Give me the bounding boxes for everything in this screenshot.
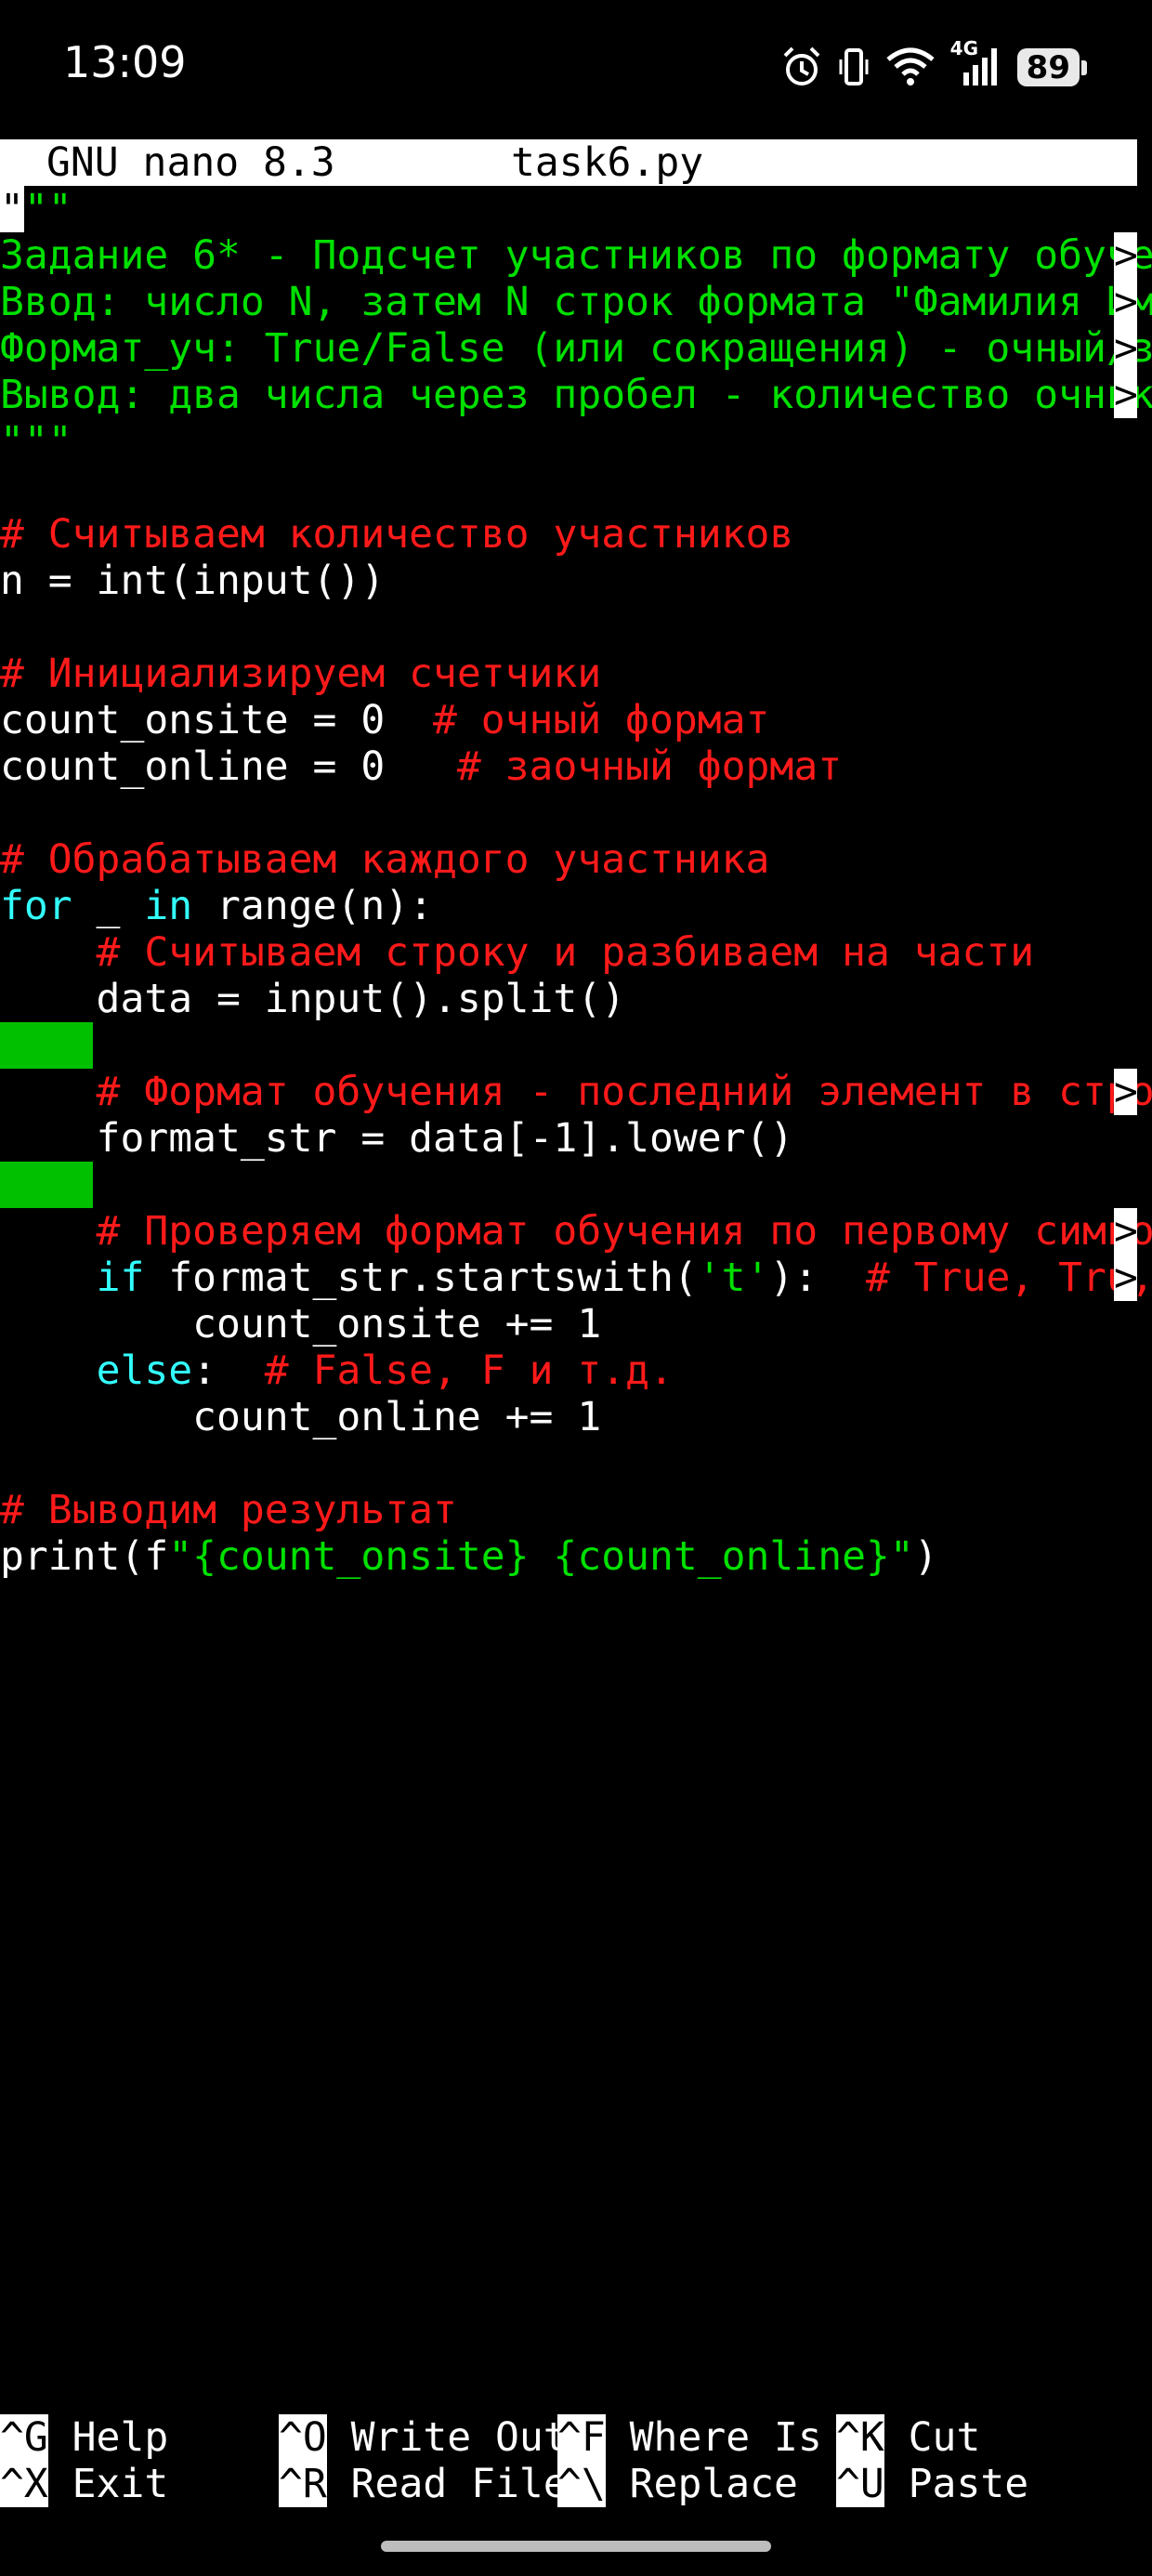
code-line: # Проверяем формат обучения по первому с…: [0, 1208, 1152, 1255]
shortcut-row: ^G Help ^O Write Out ^F Where Is ^K Cut: [0, 2414, 1152, 2461]
code-line: count_online = 0 # заочный формат: [0, 743, 843, 790]
whitespace-highlight: [0, 1162, 93, 1208]
shortcut-read-file[interactable]: ^R Read File: [279, 2461, 568, 2507]
code-line: """: [0, 186, 72, 232]
code-line: count_onsite += 1: [0, 1301, 602, 1347]
code-line: Формат_уч: True/False (или сокращения) -…: [0, 325, 1152, 372]
code-line: data = input().split(): [0, 976, 626, 1022]
code-line: Задание 6* - Подсчет участников по форма…: [0, 232, 1152, 279]
network-type-label: 4G: [949, 37, 979, 59]
code-line: print(f"{count_onsite} {count_online}"): [0, 1533, 938, 1580]
gesture-navigation-bar[interactable]: [381, 2541, 771, 2552]
whitespace-highlight: [0, 1022, 93, 1069]
clock: 13:09: [63, 37, 187, 87]
shortcut-cut[interactable]: ^K Cut: [836, 2414, 980, 2461]
nano-title-bar: GNU nano 8.3 task6.py: [0, 139, 1137, 186]
code-line: if format_str.startswith('t'): # True, T…: [96, 1255, 1152, 1301]
shortcut-where-is[interactable]: ^F Where Is: [557, 2414, 822, 2461]
trailing-whitespace-line: [0, 1162, 1152, 1208]
line-continuation-marker: >: [1114, 232, 1138, 279]
alarm-icon: [781, 45, 822, 89]
status-bar: 13:09 4G 89: [0, 0, 1152, 139]
code-line: count_online += 1: [0, 1394, 602, 1440]
line-continuation-marker: >: [1114, 279, 1138, 325]
shortcut-help[interactable]: ^G Help: [0, 2414, 168, 2461]
line-continuation-marker: >: [1114, 325, 1138, 372]
signal-icon: 4G: [950, 37, 1002, 89]
code-line: # Формат обучения - последний элемент в …: [0, 1069, 1152, 1115]
shortcut-replace[interactable]: ^\ Replace: [557, 2461, 798, 2507]
shortcut-paste[interactable]: ^U Paste: [836, 2461, 1028, 2507]
code-line: for _ in range(n):: [0, 883, 434, 929]
battery-icon: 89: [1016, 47, 1088, 86]
text-cursor: ": [0, 186, 24, 232]
code-line: else: # False, F и т.д.: [96, 1347, 674, 1394]
line-continuation-marker: >: [1114, 1208, 1138, 1255]
code-line: Вывод: два числа через пробел - количест…: [0, 372, 1152, 418]
shortcut-row: ^X Exit ^R Read File ^\ Replace ^U Paste: [0, 2461, 1152, 2507]
status-icons: 4G 89: [781, 37, 1088, 93]
vibrate-icon: [837, 45, 871, 89]
code-line: # Считываем количество участников: [0, 511, 794, 558]
shortcut-exit[interactable]: ^X Exit: [0, 2461, 168, 2507]
code-line: count_onsite = 0 # очный формат: [0, 697, 770, 743]
code-line: # Обрабатываем каждого участника: [0, 836, 770, 883]
code-line: """: [0, 418, 72, 465]
shortcut-bar: ^G Help ^O Write Out ^F Where Is ^K Cut …: [0, 2414, 1152, 2507]
trailing-whitespace-line: [0, 1022, 1152, 1069]
code-line: # Считываем строку и разбиваем на части: [0, 929, 1035, 976]
program-name: GNU nano 8.3: [46, 139, 335, 186]
wifi-icon: [885, 46, 936, 87]
code-line: # Инициализируем счетчики: [0, 651, 602, 697]
line-continuation-marker: >: [1114, 1069, 1138, 1115]
file-name: task6.py: [511, 139, 704, 186]
code-line: format_str = data[-1].lower(): [0, 1115, 794, 1162]
shortcut-write-out[interactable]: ^O Write Out: [279, 2414, 568, 2461]
line-continuation-marker: >: [1114, 1255, 1138, 1301]
line-continuation-marker: >: [1114, 372, 1138, 418]
editor-area[interactable]: """ Задание 6* - Подсчет участников по ф…: [0, 186, 1152, 1580]
code-line: # Выводим результат: [0, 1487, 457, 1533]
code-line: n = int(input()): [0, 558, 386, 604]
code-line: Ввод: число N, затем N строк формата "Фа…: [0, 279, 1152, 325]
